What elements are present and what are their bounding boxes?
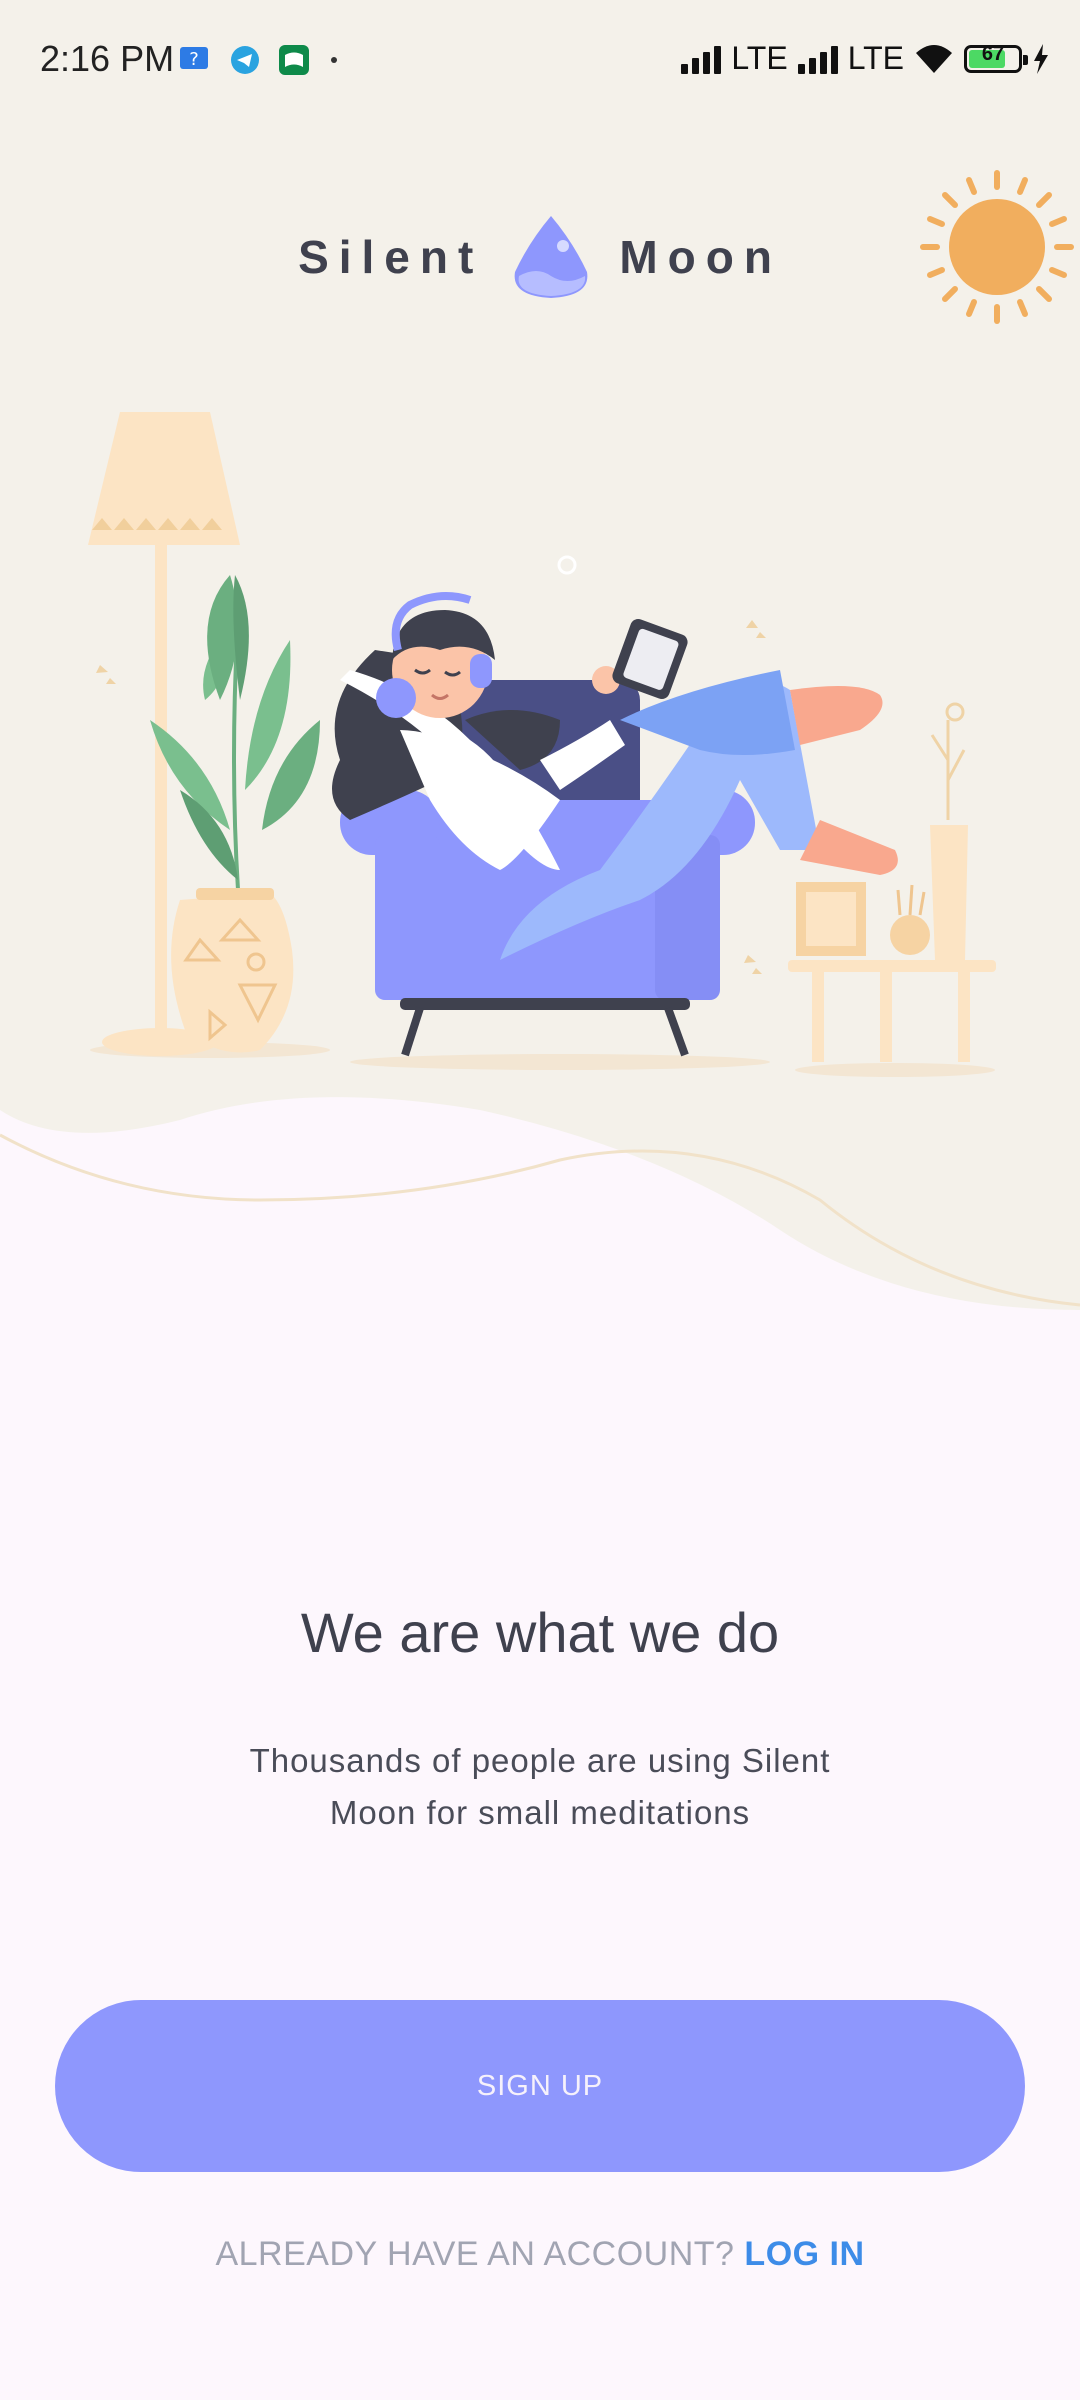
headline: We are what we do	[300, 1601, 780, 1664]
brand-word-left: Silent	[298, 231, 484, 283]
network-label-2: LTE	[847, 40, 904, 76]
login-link[interactable]: LOG IN	[744, 2235, 864, 2273]
subtext: Thousands of people are using Silent Moo…	[249, 1742, 831, 1831]
status-right: LTE LTE 67	[681, 40, 1050, 77]
svg-text:?: ?	[189, 49, 199, 70]
charging-icon	[1034, 43, 1048, 74]
brand-logo: Silent Moon	[0, 214, 1080, 300]
signal-icon-2	[797, 44, 838, 74]
network-label-1: LTE	[731, 40, 788, 76]
moon-drop-logo-icon	[514, 216, 588, 298]
notification-icons: ?	[178, 44, 340, 76]
login-prompt: ALREADY HAVE AN ACCOUNT?	[215, 2235, 735, 2273]
brand-word-right: Moon	[619, 231, 782, 283]
hero-section: Silent Moon	[0, 0, 1080, 1320]
books-app-icon	[279, 45, 309, 75]
help-app-icon: ?	[180, 47, 208, 70]
status-time: 2:16 PM	[40, 38, 175, 79]
battery-level: 67	[981, 42, 1005, 65]
wifi-icon	[916, 44, 952, 73]
battery-icon: 67	[964, 42, 1028, 73]
status-bar: 2:16 PM ? LTE LTE 67	[0, 0, 1080, 125]
hero-illustration	[0, 0, 1080, 1310]
signup-button[interactable]: SIGN UP	[55, 2000, 1025, 2172]
login-row: ALREADY HAVE AN ACCOUNT? LOG IN	[0, 2235, 1080, 2274]
signal-icon	[681, 44, 722, 74]
telegram-icon	[231, 46, 259, 74]
dot-icon	[331, 57, 337, 63]
